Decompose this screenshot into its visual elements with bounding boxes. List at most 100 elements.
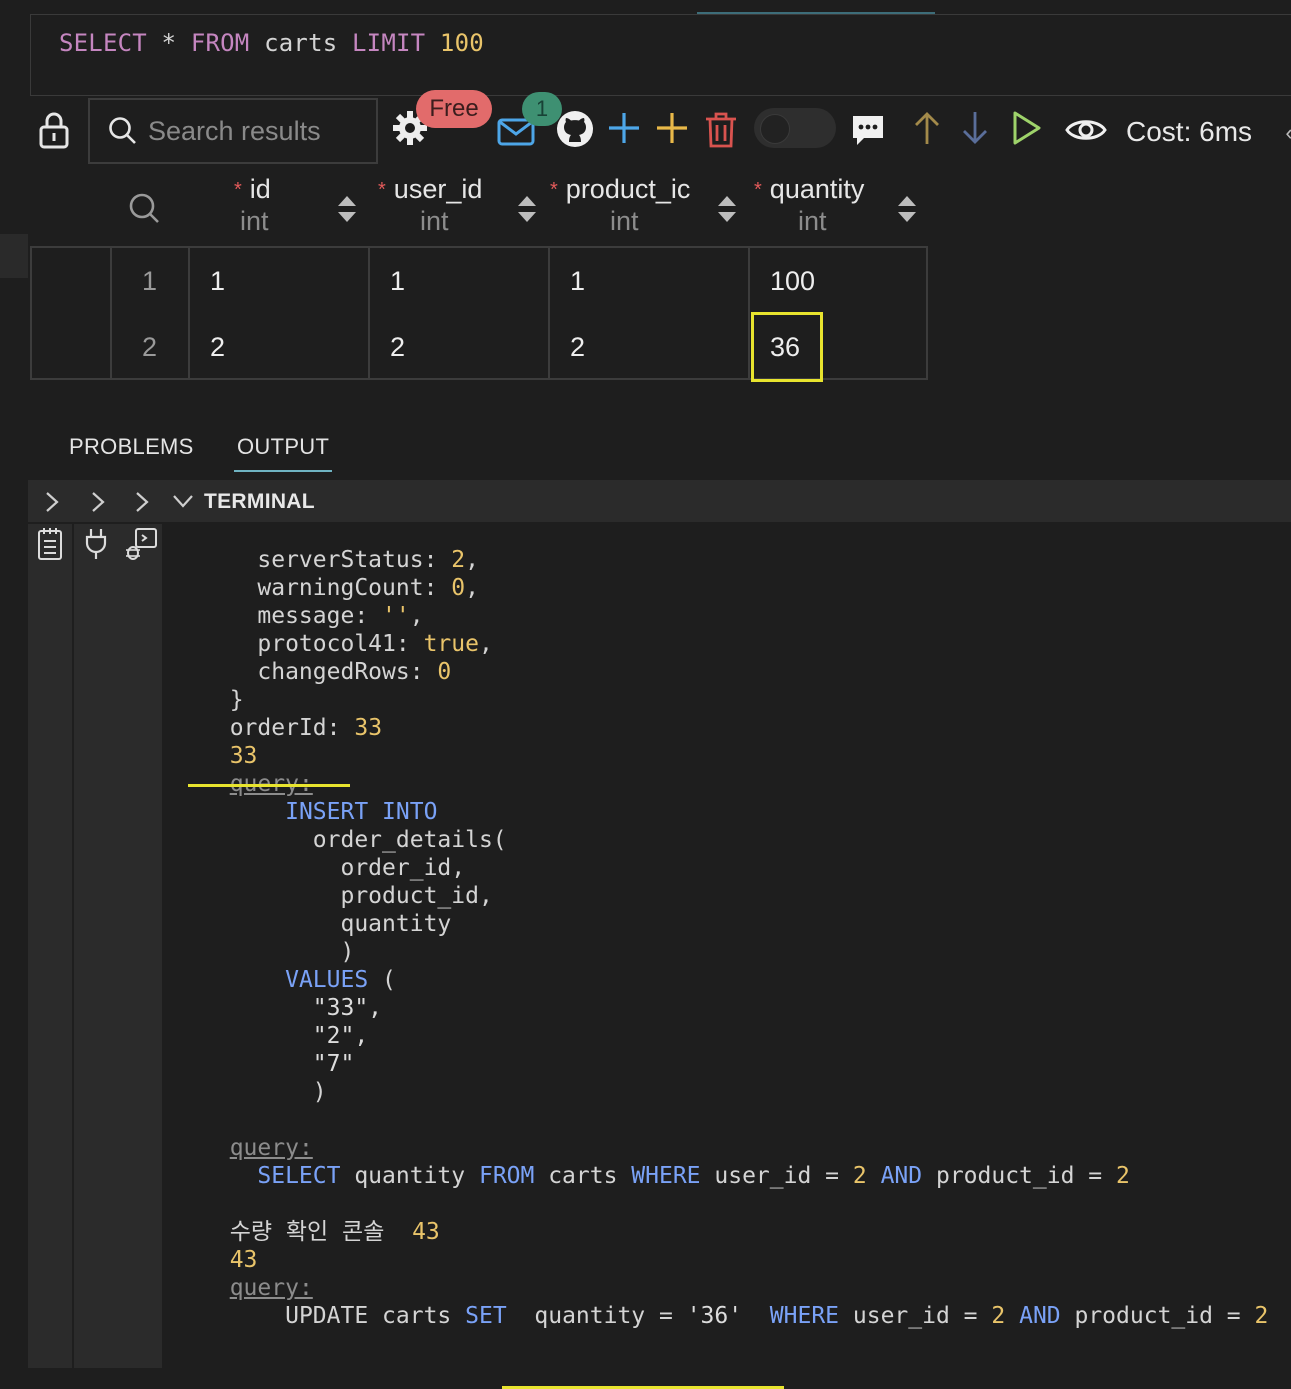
- chevron-right-icon[interactable]: [134, 490, 150, 514]
- cell-id[interactable]: 1: [210, 266, 225, 297]
- insert-column: quantity: [340, 911, 452, 937]
- column-header-user-id[interactable]: * user_id int: [370, 170, 550, 244]
- required-mark: *: [754, 179, 762, 201]
- sql-keyword-limit: LIMIT: [352, 29, 426, 57]
- arrow-up-icon: [915, 112, 939, 144]
- column-type-user-id: int: [420, 206, 449, 236]
- comment-button[interactable]: [848, 110, 888, 150]
- sql-limit-value: 100: [425, 29, 484, 57]
- sql-keyword-insert: INSERT INTO: [285, 799, 438, 825]
- sql-string: '36': [686, 1303, 743, 1329]
- log-value: 2: [451, 547, 466, 573]
- eye-icon: [1065, 120, 1107, 140]
- free-badge[interactable]: Free: [416, 90, 492, 128]
- sql-text: quantity =: [534, 1303, 687, 1329]
- side-panel-column: [28, 524, 72, 1368]
- row-number[interactable]: 1: [142, 266, 157, 297]
- add-row-icon: [657, 113, 687, 143]
- cell-product-id[interactable]: 2: [570, 332, 585, 363]
- order-id-echo: 33: [229, 743, 258, 769]
- debug-console-icon[interactable]: [124, 526, 158, 562]
- terminal-section-title[interactable]: TERMINAL: [204, 490, 315, 514]
- row-number[interactable]: 2: [142, 332, 157, 363]
- notes-icon[interactable]: [36, 526, 64, 562]
- column-type-id: int: [240, 206, 269, 236]
- sql-keyword-where: WHERE: [769, 1303, 840, 1329]
- query-cost-label: Cost: 6ms: [1126, 116, 1253, 147]
- column-header-quantity[interactable]: * quantity int: [752, 170, 932, 244]
- sql-keyword-set: SET: [465, 1303, 507, 1329]
- sql-text: user_id =: [700, 1163, 853, 1189]
- insert-value: "2",: [312, 1023, 369, 1049]
- sort-icon[interactable]: [896, 192, 918, 226]
- cell-product-id[interactable]: 1: [570, 266, 585, 297]
- chevron-right-icon[interactable]: [90, 490, 106, 514]
- result-grid[interactable]: 1 1 1 1 100 2 2 2 2 36: [30, 246, 928, 382]
- insert-close: ): [340, 939, 355, 965]
- column-header-id[interactable]: * id int: [190, 170, 370, 244]
- chevron-down-icon[interactable]: [172, 490, 194, 512]
- active-tab-indicator: [234, 470, 332, 472]
- github-button[interactable]: [554, 108, 596, 150]
- korean-log-value: 43: [412, 1219, 440, 1245]
- cell-id[interactable]: 2: [210, 332, 225, 363]
- cell-user-id[interactable]: 1: [390, 266, 405, 297]
- log-value: '': [382, 603, 410, 629]
- values-open: (: [368, 967, 396, 993]
- results-toolbar: Search results Free 1 Cost: 6ms ‹: [30, 90, 1291, 168]
- sql-editor[interactable]: SELECT * FROM carts LIMIT 100: [30, 14, 1291, 96]
- log-value: true: [423, 631, 479, 657]
- tab-output[interactable]: OUTPUT: [237, 434, 329, 460]
- sort-icon[interactable]: [336, 192, 358, 226]
- preview-button[interactable]: [1064, 112, 1108, 148]
- play-icon: [1013, 111, 1041, 145]
- chevron-left-icon[interactable]: ‹: [1282, 118, 1291, 148]
- sql-keyword-select: SELECT: [59, 29, 147, 57]
- sql-number: 2: [852, 1163, 867, 1189]
- search-placeholder: Search results: [148, 115, 321, 146]
- sql-star: *: [146, 29, 191, 57]
- column-name-text: product_ic: [565, 174, 691, 204]
- log-key: message: [257, 603, 355, 629]
- required-mark: *: [550, 179, 558, 201]
- grid-filter-button[interactable]: [128, 170, 168, 244]
- sort-icon[interactable]: [716, 192, 738, 226]
- grid-divider: [748, 248, 750, 378]
- cell-user-id[interactable]: 2: [390, 332, 405, 363]
- sql-number: 2: [991, 1303, 1006, 1329]
- move-down-button[interactable]: [958, 108, 992, 148]
- column-name-user-id: * user_id: [378, 174, 482, 205]
- highlighted-cell-box: [751, 312, 823, 382]
- sql-query-line[interactable]: SELECT * FROM carts LIMIT 100: [59, 29, 484, 57]
- grid-divider: [110, 248, 112, 378]
- run-button[interactable]: [1008, 108, 1044, 148]
- toggle-switch[interactable]: [754, 108, 836, 148]
- search-results-input[interactable]: Search results: [88, 98, 378, 164]
- column-name-quantity: * quantity: [754, 174, 864, 205]
- add-row-button[interactable]: [654, 110, 690, 146]
- korean-log-label: 수량 확인 콘솔: [229, 1219, 385, 1245]
- log-key: protocol41: [257, 631, 396, 657]
- column-name-text: id: [249, 174, 271, 204]
- query-label: query:: [229, 1135, 313, 1161]
- terminal-output[interactable]: serverStatus: 2, warningCount: 0, messag…: [164, 524, 1291, 1389]
- move-up-button[interactable]: [910, 108, 944, 148]
- chevron-right-icon[interactable]: [44, 490, 60, 514]
- add-button[interactable]: [606, 110, 642, 146]
- lock-button[interactable]: [36, 110, 72, 150]
- tab-problems[interactable]: PROBLEMS: [69, 434, 194, 460]
- log-value: 0: [437, 659, 452, 685]
- plug-icon[interactable]: [82, 526, 110, 562]
- sql-number: 2: [1254, 1303, 1269, 1329]
- delete-button[interactable]: [702, 110, 740, 150]
- github-icon: [557, 111, 593, 147]
- column-header-product-id[interactable]: * product_ic int: [550, 170, 750, 244]
- cell-quantity[interactable]: 100: [770, 266, 815, 297]
- insert-value: "7": [312, 1051, 355, 1077]
- insert-column: product_id,: [340, 883, 493, 909]
- search-icon: [129, 193, 159, 223]
- side-panel-column: [118, 524, 162, 1368]
- sort-icon[interactable]: [516, 192, 538, 226]
- lock-icon: [39, 112, 69, 149]
- sql-keyword-and: AND: [866, 1163, 923, 1189]
